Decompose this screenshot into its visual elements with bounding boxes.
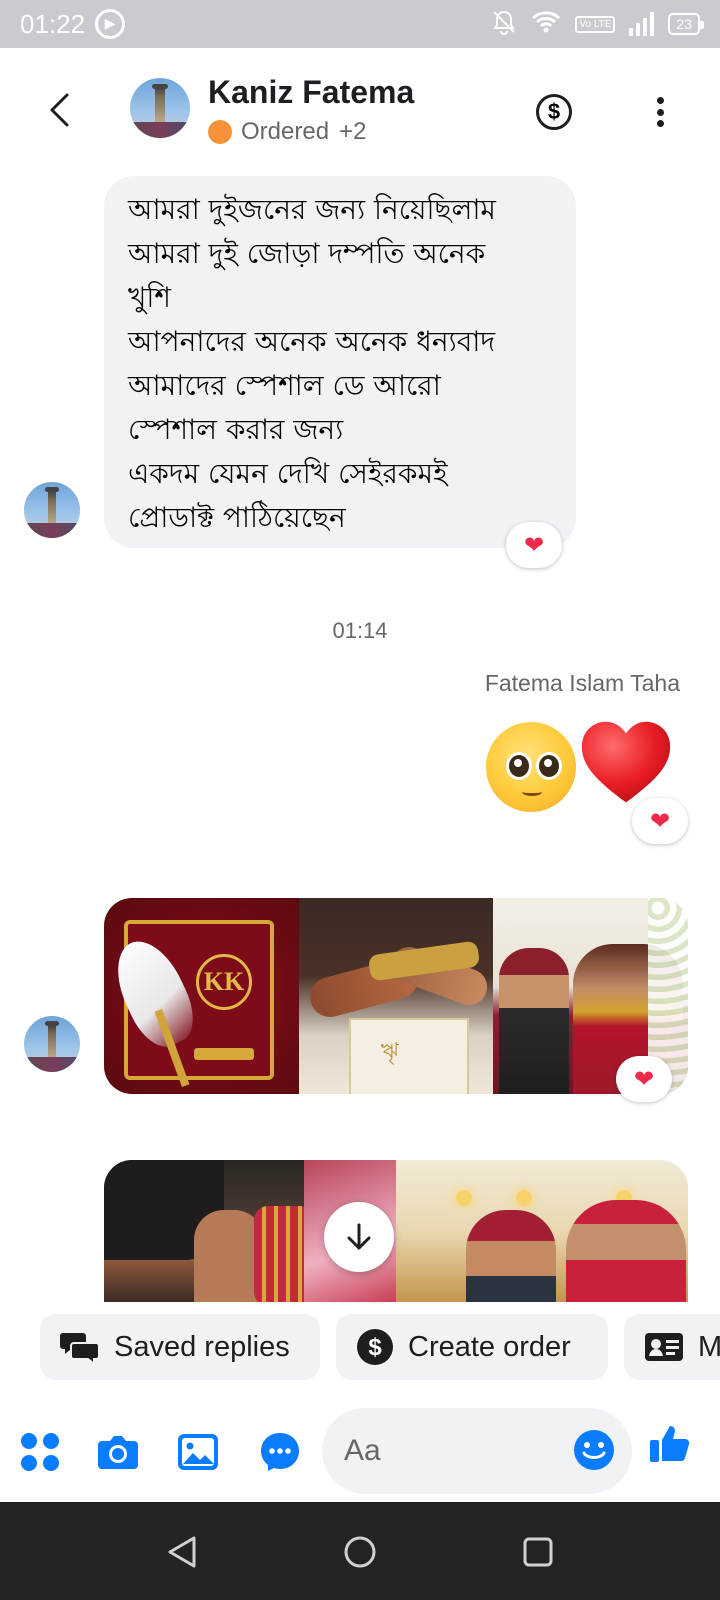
chat-extensions-button[interactable] [258, 1430, 302, 1474]
id-card-icon [644, 1331, 684, 1363]
nav-back-button[interactable] [162, 1532, 202, 1572]
emoji-reaction-heart[interactable]: ❤ [632, 798, 688, 844]
message-input[interactable] [344, 1434, 544, 1468]
photo-script-text: ৠ [380, 1039, 399, 1064]
status-dot-icon [208, 120, 232, 144]
photo-couple-portrait[interactable] [396, 1160, 688, 1302]
photo-album-message[interactable]: KK ৠ [104, 898, 688, 1094]
signal-icon [629, 12, 655, 36]
wifi-icon [531, 10, 561, 38]
status-bar: 01:22 ▶ Vo LTE 23 [0, 0, 720, 48]
like-button[interactable] [648, 1422, 692, 1466]
status-extra-count: +2 [339, 118, 367, 145]
chevron-left-icon [50, 93, 69, 127]
thumbs-up-icon [650, 1426, 690, 1462]
photo-signing-hands[interactable]: ৠ [298, 898, 494, 1094]
message-line: প্রোডাক্ট পাঠিয়েছেন [128, 501, 346, 534]
create-order-label: Create order [408, 1330, 571, 1363]
contact-status[interactable]: Ordered +2 [208, 118, 366, 146]
svg-text:$: $ [368, 1334, 382, 1361]
apps-button[interactable] [18, 1430, 62, 1474]
photo-reaction-heart[interactable]: ❤ [616, 1056, 672, 1102]
message-line: খুশি [128, 281, 171, 314]
message-line: আমাদের স্পেশাল ডে আরো [128, 369, 441, 402]
photo-nikah-book[interactable]: KK [104, 898, 299, 1094]
sender-avatar[interactable] [24, 482, 80, 538]
contact-name[interactable]: Kaniz Fatema [208, 74, 414, 111]
chat-bubbles-icon [60, 1329, 100, 1365]
gallery-button[interactable] [176, 1430, 220, 1474]
scroll-to-bottom-button[interactable] [324, 1202, 394, 1272]
status-label: Ordered [241, 118, 330, 145]
contact-card-label: M [698, 1330, 720, 1363]
incoming-message-bubble[interactable]: আমরা দুইজনের জন্য নিয়েছিলাম আমরা দুই জো… [104, 176, 576, 548]
mute-bell-icon [491, 9, 517, 39]
circle-home-icon [344, 1536, 376, 1568]
saved-replies-chip[interactable]: Saved replies [40, 1314, 320, 1380]
dollar-circle-icon: $ [356, 1328, 394, 1366]
message-line: স্পেশাল করার জন্য [128, 413, 344, 446]
battery-icon: 23 [668, 13, 704, 35]
chat-header: Kaniz Fatema Ordered +2 $ [0, 48, 720, 172]
grid-dots-icon [21, 1433, 59, 1471]
quick-actions-bar: Saved replies $ Create order M [0, 1302, 720, 1398]
saved-replies-label: Saved replies [114, 1330, 290, 1363]
sender-avatar[interactable] [24, 1016, 80, 1072]
photo-album-message-2[interactable] [104, 1160, 688, 1302]
time-separator: 01:14 [332, 618, 388, 643]
create-order-chip[interactable]: $ Create order [336, 1314, 608, 1380]
contact-card-chip[interactable]: M [624, 1314, 720, 1380]
photo-monogram: KK [196, 954, 252, 1010]
message-line: আমরা দুইজনের জন্য নিয়েছিলাম [128, 193, 496, 226]
pleading-face-emoji[interactable] [486, 722, 576, 812]
camera-icon [98, 1436, 138, 1469]
message-line: একদম যেমন দেখি সেইরকমই [128, 457, 448, 490]
image-icon [178, 1434, 218, 1470]
system-nav-bar [0, 1502, 720, 1600]
message-line: আমরা দুই জোড়া দম্পতি অনেক [128, 237, 486, 270]
arrow-down-icon [347, 1223, 371, 1250]
emoji-smile-icon[interactable] [572, 1428, 616, 1472]
message-reaction-heart[interactable]: ❤ [506, 522, 562, 568]
nav-home-button[interactable] [340, 1532, 380, 1572]
more-vertical-icon [656, 97, 664, 104]
payment-button[interactable]: $ [536, 94, 572, 130]
message-composer [0, 1398, 720, 1502]
status-time: 01:22 [20, 8, 86, 39]
triangle-back-icon [168, 1536, 196, 1568]
volte-icon: Vo LTE [575, 15, 616, 33]
more-options-button[interactable] [648, 94, 672, 130]
outgoing-sender-name: Fatema Islam Taha [484, 670, 680, 696]
contact-avatar[interactable] [130, 78, 190, 138]
camera-button[interactable] [96, 1430, 140, 1474]
message-input-box[interactable] [322, 1408, 632, 1494]
square-recents-icon [523, 1537, 553, 1567]
nav-recents-button[interactable] [518, 1532, 558, 1572]
chat-bubble-dots-icon [261, 1433, 299, 1471]
sync-icon: ▶ [95, 9, 126, 39]
dollar-icon: $ [547, 99, 561, 124]
status-icons: Vo LTE 23 [491, 9, 704, 39]
back-button[interactable] [44, 90, 74, 130]
message-line: আপনাদের অনেক অনেক ধন্যবাদ [128, 325, 496, 358]
